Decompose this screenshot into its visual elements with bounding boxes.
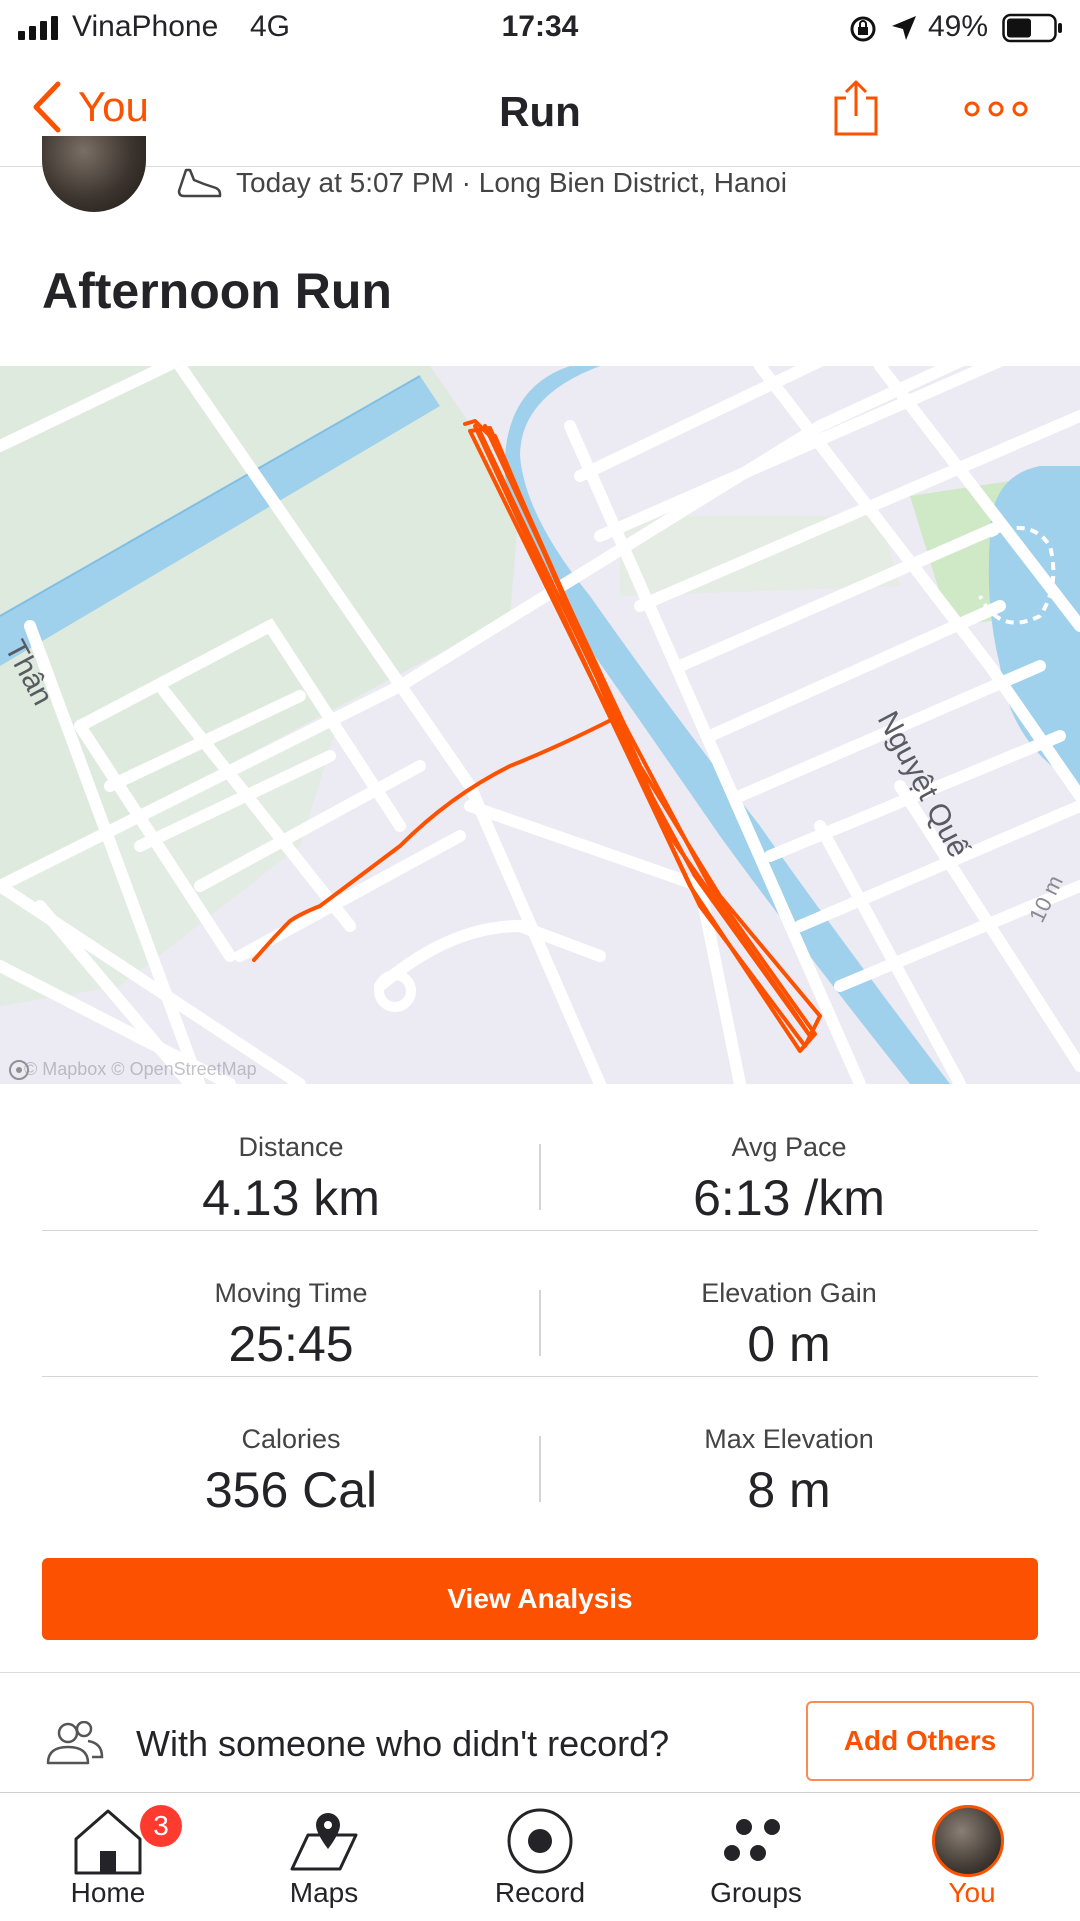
tab-record[interactable]: Record	[432, 1793, 648, 1921]
share-icon[interactable]	[828, 78, 884, 138]
attribution-text: © Mapbox © OpenStreetMap	[24, 1059, 257, 1079]
tab-you[interactable]: You	[864, 1793, 1080, 1921]
others-prompt: With someone who didn't record?	[136, 1723, 670, 1764]
stat-value: 8 m	[747, 1462, 831, 1518]
page-title: Run	[499, 88, 581, 135]
stat-value: 0 m	[747, 1316, 831, 1372]
activity-meta-text: Today at 5:07 PM · Long Bien District, H…	[236, 167, 787, 198]
maps-icon	[290, 1813, 358, 1871]
view-analysis-button[interactable]: View Analysis	[42, 1558, 1038, 1640]
groups-icon	[724, 1819, 780, 1861]
stat-value: 356 Cal	[204, 1462, 378, 1518]
route-map[interactable]: Thân Nguyệt Quế 10 m © Mapbox © OpenStre…	[0, 366, 1080, 1084]
activity-header: Today at 5:07 PM · Long Bien District, H…	[0, 136, 1080, 366]
mapbox-logo-icon	[9, 1060, 29, 1080]
avatar-icon	[932, 1805, 1004, 1877]
stat-label: Elevation Gain	[701, 1278, 877, 1308]
tab-label: Groups	[710, 1877, 802, 1908]
stat-max-elevation: Max Elevation 8 m	[540, 1376, 1038, 1519]
orientation-lock-icon	[850, 16, 876, 42]
location-arrow-icon	[892, 16, 916, 40]
activity-title: Afternoon Run	[42, 263, 392, 319]
stats-row: Moving Time 25:45 Elevation Gain 0 m	[42, 1230, 1038, 1377]
stats-grid: Distance 4.13 km Avg Pace 6:13 /km Movin…	[42, 1084, 1038, 1522]
battery-percent: 49%	[928, 10, 989, 43]
add-others-section: With someone who didn't record? Add Othe…	[0, 1672, 1080, 1793]
stat-label: Distance	[238, 1132, 344, 1162]
home-icon	[74, 1809, 142, 1875]
athlete-avatar[interactable]	[42, 136, 146, 212]
tab-maps[interactable]: Maps	[216, 1793, 432, 1921]
add-others-button[interactable]: Add Others	[806, 1701, 1034, 1781]
shoe-icon	[177, 168, 222, 198]
notification-badge: 3	[140, 1805, 182, 1847]
more-icon[interactable]	[960, 94, 1032, 124]
stat-distance: Distance 4.13 km	[42, 1084, 540, 1227]
stat-value: 6:13 /km	[693, 1170, 885, 1226]
stats-row: Distance 4.13 km Avg Pace 6:13 /km	[42, 1084, 1038, 1231]
battery-icon	[1002, 13, 1062, 43]
tab-home[interactable]: 3 Home	[0, 1793, 216, 1921]
tab-bar: 3 Home Maps Record Groups You	[0, 1792, 1080, 1921]
tab-groups[interactable]: Groups	[648, 1793, 864, 1921]
stat-calories: Calories 356 Cal	[42, 1376, 540, 1519]
stat-label: Moving Time	[214, 1278, 368, 1308]
status-bar: VinaPhone 4G 17:34 49%	[0, 0, 1080, 58]
stat-moving-time: Moving Time 25:45	[42, 1230, 540, 1373]
tab-label: Record	[494, 1877, 586, 1908]
stat-avg-pace: Avg Pace 6:13 /km	[540, 1084, 1038, 1227]
activity-meta: Today at 5:07 PM · Long Bien District, H…	[176, 166, 787, 200]
stat-value: 4.13 km	[202, 1170, 380, 1226]
stat-label: Calories	[241, 1424, 341, 1454]
nav-bar: You Run	[0, 58, 1080, 167]
people-icon	[46, 1721, 104, 1765]
record-icon	[507, 1808, 573, 1874]
status-time: 17:34	[501, 10, 579, 43]
stats-row: Calories 356 Cal Max Elevation 8 m	[42, 1376, 1038, 1522]
stat-label: Avg Pace	[731, 1132, 847, 1162]
tab-label: Home	[70, 1877, 146, 1908]
tab-label: You	[948, 1877, 996, 1908]
stat-value: 25:45	[228, 1316, 354, 1372]
stat-label: Max Elevation	[704, 1424, 874, 1454]
tab-label: Maps	[289, 1877, 359, 1908]
map-attribution[interactable]: © Mapbox © OpenStreetMap	[8, 1059, 257, 1080]
map-canvas	[0, 366, 1080, 1084]
stat-elevation-gain: Elevation Gain 0 m	[540, 1230, 1038, 1373]
